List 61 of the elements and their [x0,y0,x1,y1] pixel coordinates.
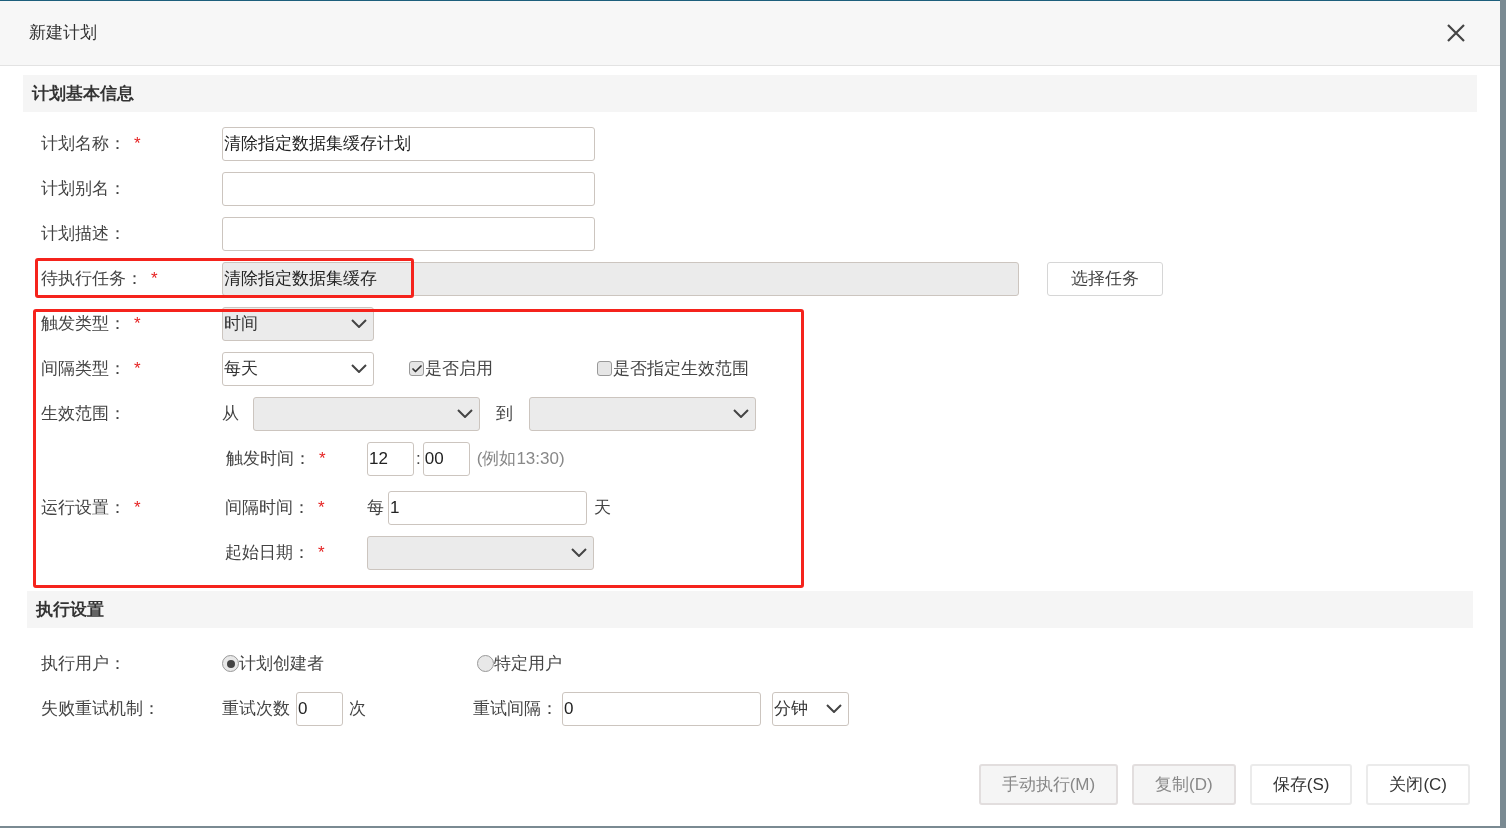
unit-select[interactable]: 分钟 [772,691,849,726]
text-field[interactable] [222,216,595,251]
retry-interval-field[interactable]: 0 [562,691,761,726]
chevron-down-icon [571,548,587,557]
required-asterisk: * [134,132,141,155]
checkbox-option[interactable]: 是否指定生效范围 [597,355,749,382]
required-asterisk: * [318,496,325,519]
select-field[interactable]: 每天 [222,351,374,386]
text-field[interactable]: 清除指定数据集缓存计划 [222,126,595,161]
field-label: 计划别名： [41,177,126,200]
text-field[interactable]: 1 [388,490,587,525]
chevron-down-icon [457,409,473,418]
text-label: 到 [496,402,513,425]
field-label: 间隔时间： [225,496,310,519]
required-asterisk: * [319,447,326,470]
text-label: : [416,447,421,470]
section-title: 执行设置 [36,598,104,621]
field-label: 触发类型： [41,312,126,335]
text-label: 重试间隔： [473,697,558,720]
required-asterisk: * [134,357,141,380]
chevron-down-icon [351,364,367,373]
chevron-down-icon [351,319,367,328]
field-label: 运行设置： [41,496,126,519]
radio-button[interactable] [222,655,239,672]
required-asterisk: * [134,312,141,335]
text-label: 次 [349,697,366,720]
minute-field[interactable]: 00 [422,441,470,476]
checkbox-option[interactable]: 是否启用 [409,355,597,382]
retry-count-field[interactable]: 0 [296,691,343,726]
checkbox[interactable] [597,361,612,376]
field-label: 待执行任务： [41,267,143,290]
field-label: 间隔类型： [41,357,126,380]
radio-option[interactable]: 计划创建者 [222,650,477,677]
hint-text: (例如13:30) [476,447,565,470]
section-title: 计划基本信息 [32,82,134,105]
radio-option[interactable]: 特定用户 [477,650,562,677]
footer-button[interactable]: 保存(S) [1249,764,1353,805]
hour-field[interactable]: 12 [367,441,414,476]
field-label: 执行用户： [41,652,126,675]
checkbox[interactable] [409,361,424,376]
field-label: 失败重试机制： [41,697,160,720]
dialog-title: 新建计划 [29,22,97,45]
text-label: 从 [222,402,239,425]
field-label: 生效范围： [41,402,126,425]
field-label: 起始日期： [225,541,310,564]
chevron-down-icon [733,409,749,418]
text-label: 每 [367,496,384,519]
text-label: 天 [594,496,611,519]
required-asterisk: * [151,267,158,290]
radio-button[interactable] [477,655,494,672]
footer-button[interactable]: 关闭(C) [1366,764,1470,805]
check-icon [410,362,423,375]
chevron-down-icon [826,704,842,713]
text-label: 重试次数 [222,697,290,720]
field-label: 计划描述： [41,222,126,245]
required-asterisk: * [134,496,141,519]
required-asterisk: * [318,541,325,564]
text-field[interactable] [222,171,595,206]
field-label: 触发时间： [226,447,311,470]
field-label: 计划名称： [41,132,126,155]
close-icon [1447,24,1465,42]
